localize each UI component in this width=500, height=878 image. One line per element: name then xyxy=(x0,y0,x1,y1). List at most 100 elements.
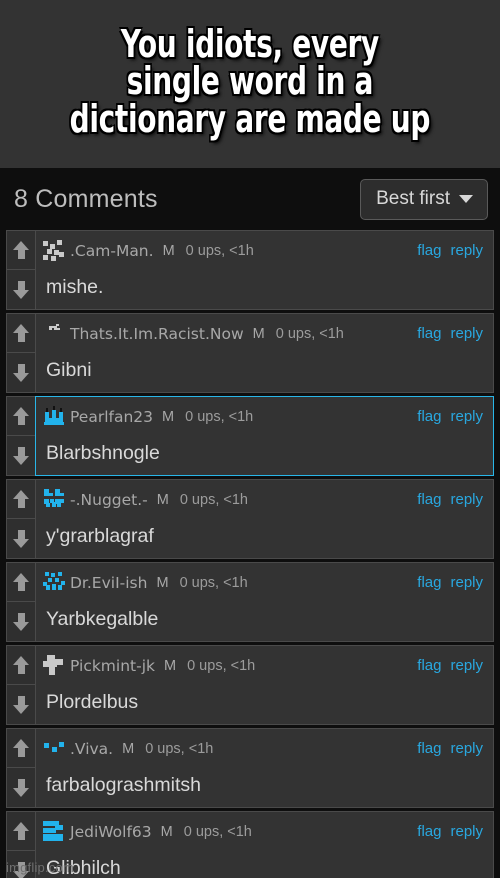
comment-username[interactable]: JediWolf63 xyxy=(70,823,152,841)
moderator-badge: M xyxy=(162,408,175,425)
comment-meta: Dr.EviI-ish M 0 ups, <1h flag reply xyxy=(36,563,493,602)
downvote-button[interactable] xyxy=(7,768,35,807)
arrow-down-icon xyxy=(13,695,29,714)
reply-link[interactable]: reply xyxy=(450,242,483,259)
arrow-down-icon xyxy=(13,778,29,797)
comment-username[interactable]: Pearlfan23 xyxy=(70,408,153,426)
comment-stats: 0 ups, <1h xyxy=(179,491,248,508)
reply-link[interactable]: reply xyxy=(450,823,483,840)
flag-link[interactable]: flag xyxy=(417,823,441,840)
vote-column xyxy=(6,645,35,725)
comment-username[interactable]: Dr.EviI-ish xyxy=(70,574,147,592)
comments-header: 8 Comments Best first xyxy=(6,168,494,230)
arrow-up-icon xyxy=(13,489,29,509)
downvote-button[interactable] xyxy=(7,602,35,641)
comment-username[interactable]: .Cam-Man. xyxy=(70,242,154,260)
comment-text: mishe. xyxy=(46,275,104,298)
moderator-badge: M xyxy=(122,740,135,757)
tetris-gray-avatar xyxy=(43,655,67,676)
reply-link[interactable]: reply xyxy=(450,408,483,425)
downvote-button[interactable] xyxy=(7,436,35,475)
reply-link[interactable]: reply xyxy=(450,574,483,591)
downvote-button[interactable] xyxy=(7,270,35,309)
flag-link[interactable]: flag xyxy=(417,491,441,508)
reply-link[interactable]: reply xyxy=(450,491,483,508)
comment-stats: 0 ups, <1h xyxy=(275,325,344,342)
flag-link[interactable]: flag xyxy=(417,740,441,757)
comment-text: Yarbkegalble xyxy=(46,607,159,630)
upvote-button[interactable] xyxy=(7,812,35,851)
flag-link[interactable]: flag xyxy=(417,408,441,425)
comment-text: Blarbshnogle xyxy=(46,441,160,464)
comment-text: y'grarblagraf xyxy=(46,524,154,547)
three-dots-cyan-avatar xyxy=(43,738,67,759)
vote-column xyxy=(6,479,35,559)
flag-link[interactable]: flag xyxy=(417,657,441,674)
comment-row: Thats.It.Im.Racist.Now M 0 ups, <1h flag rep… xyxy=(6,313,494,393)
comment-meta: JediWolf63 M 0 ups, <1h flag reply xyxy=(36,812,493,851)
upvote-button[interactable] xyxy=(7,729,35,768)
meme-comment-screenshot: You idiots, every single word in a dicti… xyxy=(0,0,500,878)
vote-column xyxy=(6,562,35,642)
comment-row: Pickmint-jk M 0 ups, <1h flag reply Plordelbu… xyxy=(6,645,494,725)
comment-username[interactable]: Thats.It.Im.Racist.Now xyxy=(70,325,244,343)
comment-text: Plordelbus xyxy=(46,690,139,713)
comment-stats: 0 ups, <1h xyxy=(185,408,254,425)
sort-dropdown-button[interactable]: Best first xyxy=(360,178,488,220)
comment-stats: 0 ups, <1h xyxy=(145,740,214,757)
vote-column xyxy=(6,728,35,808)
flag-link[interactable]: flag xyxy=(417,574,441,591)
arrow-up-icon xyxy=(13,655,29,675)
upvote-button[interactable] xyxy=(7,563,35,602)
downvote-button[interactable] xyxy=(7,519,35,558)
reply-link[interactable]: reply xyxy=(450,740,483,757)
moderator-badge: M xyxy=(156,491,169,508)
comment-row: -.Nugget.- M 0 ups, <1h flag reply y'grarblag… xyxy=(6,479,494,559)
comment-username[interactable]: .Viva. xyxy=(70,740,113,758)
arrow-up-icon xyxy=(13,406,29,426)
comment-meta: Thats.It.Im.Racist.Now M 0 ups, <1h flag rep… xyxy=(36,314,493,353)
comment-meta: -.Nugget.- M 0 ups, <1h flag reply xyxy=(36,480,493,519)
scatter-squares-gray-avatar xyxy=(43,240,67,261)
arrow-down-icon xyxy=(13,280,29,299)
upvote-button[interactable] xyxy=(7,397,35,436)
comment-stats: 0 ups, <1h xyxy=(185,242,254,259)
pixel-dots-cyan-avatar xyxy=(43,572,67,593)
comment-username[interactable]: -.Nugget.- xyxy=(70,491,148,509)
comments-panel: 8 Comments Best first .Cam-Man. M 0 ups, <… xyxy=(0,168,500,878)
comment-body: .Viva. M 0 ups, <1h flag reply farbalograshmi… xyxy=(35,728,494,808)
imgflip-watermark: imgflip.com xyxy=(6,860,74,875)
comments-count-label: 8 Comments xyxy=(14,184,158,213)
upvote-button[interactable] xyxy=(7,314,35,353)
upvote-button[interactable] xyxy=(7,480,35,519)
downvote-button[interactable] xyxy=(7,353,35,392)
upvote-button[interactable] xyxy=(7,231,35,270)
comment-text: Gibni xyxy=(46,358,92,381)
comment-meta: Pickmint-jk M 0 ups, <1h flag reply xyxy=(36,646,493,685)
comment-row: JediWolf63 M 0 ups, <1h flag reply Glibhilch xyxy=(6,811,494,878)
reply-link[interactable]: reply xyxy=(450,325,483,342)
comment-meta: .Viva. M 0 ups, <1h flag reply xyxy=(36,729,493,768)
sort-dropdown-label: Best first xyxy=(376,187,450,209)
comment-text: Glibhilch xyxy=(46,856,121,878)
flag-link[interactable]: flag xyxy=(417,325,441,342)
comment-text: farbalograshmitsh xyxy=(46,773,201,796)
vote-column xyxy=(6,230,35,310)
moderator-badge: M xyxy=(156,574,169,591)
arrow-down-icon xyxy=(13,363,29,382)
crown-cyan-avatar xyxy=(43,406,67,427)
downvote-button[interactable] xyxy=(7,685,35,724)
arrow-down-icon xyxy=(13,446,29,465)
arrow-up-icon xyxy=(13,323,29,343)
upvote-button[interactable] xyxy=(7,646,35,685)
comment-row: Pearlfan23 M 0 ups, <1h flag reply Blarbshnog… xyxy=(6,396,494,476)
comment-username[interactable]: Pickmint-jk xyxy=(70,657,155,675)
arrow-down-icon xyxy=(13,612,29,631)
flag-link[interactable]: flag xyxy=(417,242,441,259)
bracket-arrow-cyan-avatar xyxy=(43,821,67,842)
comment-row: .Cam-Man. M 0 ups, <1h flag reply mishe. xyxy=(6,230,494,310)
reply-link[interactable]: reply xyxy=(450,657,483,674)
arrow-up-icon xyxy=(13,821,29,841)
comment-stats: 0 ups, <1h xyxy=(179,574,248,591)
moderator-badge: M xyxy=(252,325,265,342)
